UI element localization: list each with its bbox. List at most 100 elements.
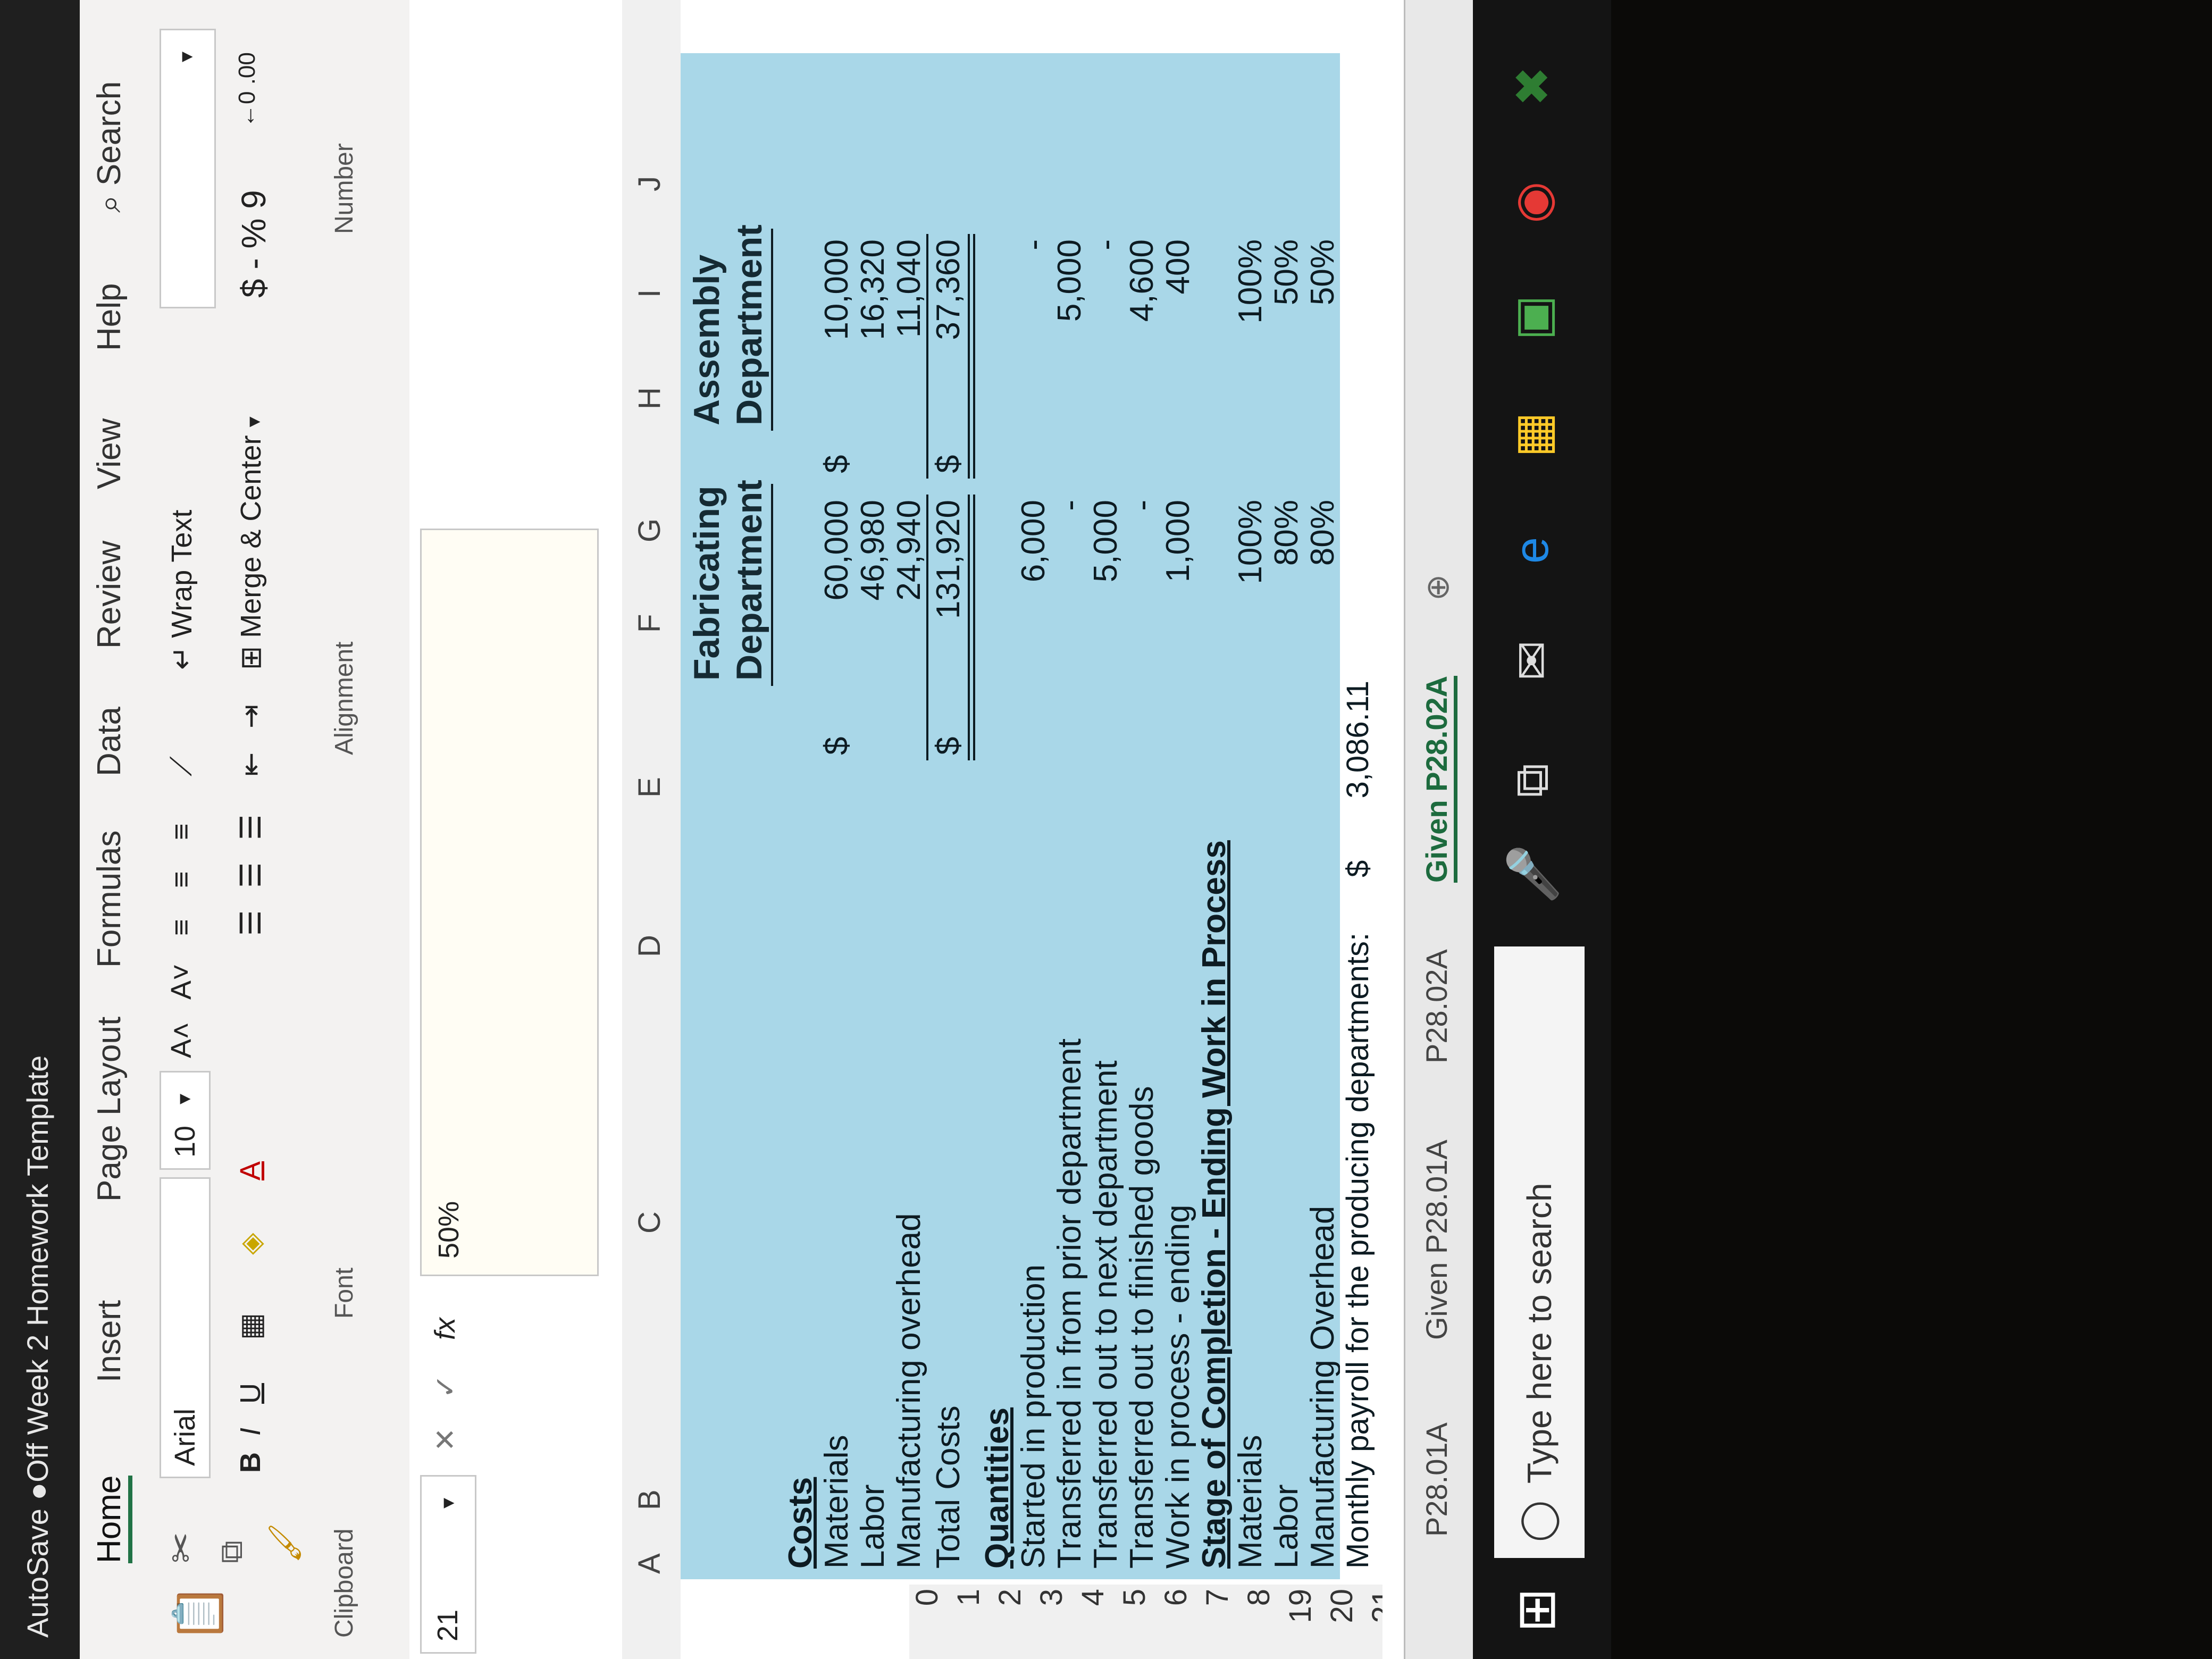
- merge-center-button[interactable]: ⊞ Merge & Center ▾: [234, 416, 267, 670]
- align-top-icon[interactable]: ≡: [165, 919, 198, 936]
- sheet-tab[interactable]: Given P28.01A: [1419, 1139, 1454, 1340]
- align-middle-icon[interactable]: ≡: [165, 871, 198, 888]
- shrink-font-icon[interactable]: A˅: [165, 963, 198, 1000]
- row-header[interactable]: 3: [1034, 1585, 1075, 1659]
- bold-icon[interactable]: B: [234, 1452, 267, 1473]
- orientation-icon[interactable]: ⟋: [165, 756, 198, 776]
- quantities-label: Quantities: [979, 1407, 1016, 1569]
- worksheet[interactable]: 0 1 2 3 4 5 6 7 8 19 20 21 Fabricating D…: [681, 0, 1407, 1659]
- name-box[interactable]: 21 ▾: [420, 1475, 476, 1654]
- sheet-tab[interactable]: P28.02A: [1419, 949, 1454, 1063]
- tab-formulas[interactable]: Formulas: [90, 831, 128, 968]
- row-header[interactable]: 8: [1241, 1585, 1283, 1659]
- group-alignment-label: Alignment: [330, 641, 358, 755]
- asm-value: -: [1015, 239, 1052, 250]
- task-view-icon[interactable]: ⧉: [1505, 764, 1560, 798]
- wrap-text-button[interactable]: ↵ Wrap Text: [165, 510, 198, 670]
- windows-start-icon[interactable]: ⊞: [1505, 1588, 1567, 1632]
- paste-icon[interactable]: 📋: [170, 1583, 226, 1643]
- column-header[interactable]: J: [632, 176, 667, 191]
- chevron-down-icon: ▾: [242, 416, 265, 428]
- excel-icon[interactable]: ✖: [1505, 66, 1561, 106]
- align-bottom-icon[interactable]: ≡: [165, 823, 198, 840]
- align-right-icon[interactable]: ☰: [234, 815, 267, 840]
- format-painter-icon[interactable]: 🖌: [266, 1523, 304, 1563]
- column-header[interactable]: H: [632, 387, 667, 409]
- column-header[interactable]: B: [632, 1489, 667, 1510]
- payroll-label: Monthly payroll for the producing depart…: [1340, 932, 1375, 1569]
- tab-page-layout[interactable]: Page Layout: [90, 1017, 128, 1202]
- borders-icon[interactable]: ▦: [234, 1313, 267, 1340]
- tab-home[interactable]: Home: [90, 1475, 132, 1563]
- decrease-indent-icon[interactable]: ⇤: [234, 752, 267, 776]
- ribbon: Home Insert Page Layout Formulas Data Re…: [80, 0, 411, 1659]
- fx-icon[interactable]: fx: [429, 1318, 462, 1340]
- sheet-tab-active[interactable]: Given P28.02A: [1419, 675, 1457, 883]
- underline-icon[interactable]: U: [234, 1383, 267, 1404]
- font-size-box[interactable]: 10 ▾: [160, 1071, 211, 1170]
- align-center-icon[interactable]: ☰: [234, 862, 267, 888]
- asm-value: 400: [1160, 239, 1196, 295]
- column-header[interactable]: C: [632, 1211, 667, 1234]
- row-header[interactable]: 7: [1200, 1585, 1241, 1659]
- decimal-buttons-icon[interactable]: ←0 .00: [234, 52, 261, 128]
- fabricating-header-underline: [771, 484, 773, 686]
- add-sheet-icon[interactable]: ⊕: [1419, 574, 1456, 601]
- enter-icon[interactable]: ✓: [429, 1375, 462, 1398]
- cut-icon[interactable]: ✂: [160, 1532, 203, 1563]
- tab-review[interactable]: Review: [90, 541, 128, 649]
- fill-color-icon[interactable]: ◈: [234, 1233, 267, 1255]
- number-format-dropdown[interactable]: ▾: [160, 29, 216, 308]
- mail-icon[interactable]: ✉: [1505, 641, 1561, 681]
- fab-value: -: [1124, 500, 1160, 511]
- tab-data[interactable]: Data: [90, 707, 128, 776]
- column-header[interactable]: I: [632, 289, 667, 298]
- asm-value: -: [1087, 239, 1124, 250]
- font-color-icon[interactable]: A: [234, 1161, 267, 1180]
- excel-window: AutoSave ●Off Week 2 Homework Template H…: [0, 0, 2212, 1659]
- number-format-buttons[interactable]: $ - % 9: [234, 190, 273, 298]
- row-header[interactable]: 2: [992, 1585, 1034, 1659]
- cancel-icon[interactable]: ✕: [429, 1428, 462, 1452]
- sheet-tab[interactable]: P28.01A: [1419, 1422, 1454, 1537]
- italic-icon[interactable]: I: [234, 1428, 267, 1436]
- chrome-icon[interactable]: ◉: [1505, 181, 1561, 223]
- formula-input[interactable]: 50%: [420, 529, 599, 1276]
- column-headers: A B C D E F G H I J: [622, 0, 682, 1659]
- row-header[interactable]: 6: [1158, 1585, 1200, 1659]
- tab-insert[interactable]: Insert: [90, 1300, 128, 1382]
- align-left-icon[interactable]: ☰: [234, 910, 267, 936]
- edge-icon[interactable]: e: [1505, 537, 1560, 564]
- row-header[interactable]: 5: [1117, 1585, 1158, 1659]
- window-title: AutoSave ●Off Week 2 Homework Template: [21, 1055, 54, 1638]
- asm-value: 50%: [1304, 239, 1341, 306]
- grow-font-icon[interactable]: A˄: [165, 1022, 198, 1058]
- fab-value: 100%: [1232, 500, 1269, 584]
- microphone-icon[interactable]: 🎤: [1505, 844, 1561, 904]
- row-header[interactable]: 19: [1283, 1585, 1324, 1659]
- copy-icon[interactable]: ⧉: [213, 1540, 250, 1563]
- column-header[interactable]: E: [632, 777, 667, 798]
- row-header[interactable]: 1: [951, 1585, 992, 1659]
- column-header[interactable]: D: [632, 935, 667, 957]
- photos-icon[interactable]: ▣: [1505, 295, 1561, 340]
- row-header[interactable]: 0: [909, 1585, 951, 1659]
- font-name-box[interactable]: Arial: [160, 1177, 211, 1478]
- taskbar-search-box[interactable]: ◯ Type here to search: [1494, 946, 1585, 1558]
- search-button[interactable]: ⌕ Search: [90, 81, 128, 213]
- cortana-icon: ◯: [1516, 1500, 1558, 1542]
- store-icon[interactable]: ▦: [1505, 412, 1561, 457]
- row-header[interactable]: 20: [1324, 1585, 1365, 1659]
- formula-value: 50%: [433, 1201, 465, 1259]
- tab-view[interactable]: View: [90, 418, 128, 489]
- fab-value: 80%: [1304, 500, 1341, 566]
- stage-label: Stage of Completion - Ending Work in Pro…: [1196, 840, 1233, 1569]
- column-header[interactable]: F: [632, 614, 667, 633]
- increase-indent-icon[interactable]: ⇥: [234, 705, 267, 728]
- fabricating-header-line1: Fabricating: [686, 485, 727, 681]
- row-header[interactable]: 4: [1075, 1585, 1117, 1659]
- column-header[interactable]: A: [632, 1553, 667, 1574]
- asm-value: 100%: [1232, 239, 1269, 324]
- column-header[interactable]: G: [632, 518, 667, 542]
- tab-help[interactable]: Help: [90, 283, 128, 351]
